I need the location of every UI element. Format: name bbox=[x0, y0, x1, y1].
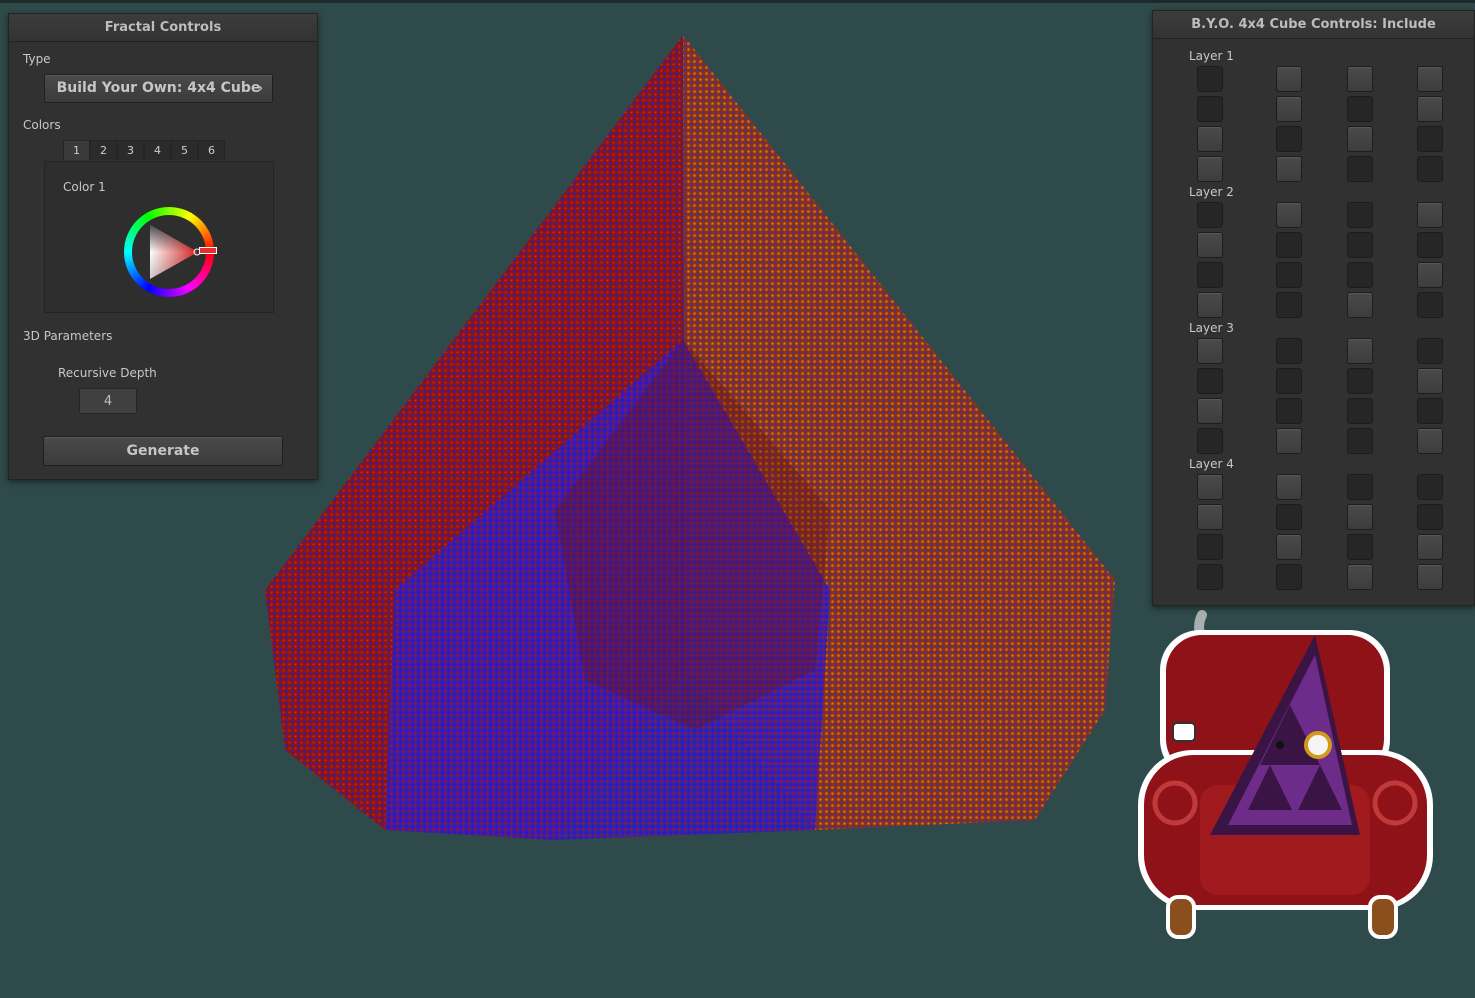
type-dropdown-value: Build Your Own: 4x4 Cube bbox=[56, 80, 261, 96]
layer-2-cell-4-3[interactable] bbox=[1347, 292, 1373, 318]
color-1-label: Color 1 bbox=[63, 180, 106, 194]
layer-2-cell-3-1[interactable] bbox=[1197, 262, 1223, 288]
layer-4-cell-1-3[interactable] bbox=[1347, 474, 1373, 500]
layer-2-cell-1-3[interactable] bbox=[1347, 202, 1373, 228]
layer-1-cell-4-3[interactable] bbox=[1347, 156, 1373, 182]
layer-1-cell-1-1[interactable] bbox=[1197, 66, 1223, 92]
color-tabs: 1 2 3 4 5 6 bbox=[63, 140, 225, 160]
layer-4-label: Layer 4 bbox=[1189, 457, 1234, 471]
layer-3-cell-3-2[interactable] bbox=[1276, 398, 1302, 424]
layer-1-cell-4-4[interactable] bbox=[1417, 156, 1443, 182]
layer-4-cell-1-4[interactable] bbox=[1417, 474, 1443, 500]
layer-1-cell-1-2[interactable] bbox=[1276, 66, 1302, 92]
layer-3-cell-1-2[interactable] bbox=[1276, 338, 1302, 364]
color-tab-1[interactable]: 1 bbox=[63, 140, 90, 160]
layer-2-cell-3-4[interactable] bbox=[1417, 262, 1443, 288]
layer-2-cell-1-4[interactable] bbox=[1417, 202, 1443, 228]
layer-2-cell-1-2[interactable] bbox=[1276, 202, 1302, 228]
layer-3-cell-2-1[interactable] bbox=[1197, 368, 1223, 394]
layer-1-cell-4-1[interactable] bbox=[1197, 156, 1223, 182]
color-wheel-handle[interactable] bbox=[199, 247, 217, 254]
recursive-depth-field[interactable]: 4 bbox=[79, 388, 137, 414]
layer-2-cell-1-1[interactable] bbox=[1197, 202, 1223, 228]
layer-3-cell-4-3[interactable] bbox=[1347, 428, 1373, 454]
layer-1-cell-4-2[interactable] bbox=[1276, 156, 1302, 182]
layer-1-cell-2-1[interactable] bbox=[1197, 96, 1223, 122]
color-wheel-center bbox=[132, 215, 206, 289]
layer-2-cell-3-2[interactable] bbox=[1276, 262, 1302, 288]
layer-3-cell-2-2[interactable] bbox=[1276, 368, 1302, 394]
window-top-border bbox=[0, 0, 1475, 3]
layer-2-cell-2-3[interactable] bbox=[1347, 232, 1373, 258]
3d-parameters-label: 3D Parameters bbox=[23, 329, 113, 343]
layer-1-cell-3-1[interactable] bbox=[1197, 126, 1223, 152]
generate-button[interactable]: Generate bbox=[43, 436, 283, 466]
layer-3-cell-3-1[interactable] bbox=[1197, 398, 1223, 424]
layer-1-cell-1-4[interactable] bbox=[1417, 66, 1443, 92]
fractal-controls-panel: Fractal Controls Type Build Your Own: 4x… bbox=[8, 13, 318, 480]
layer-3-cell-2-4[interactable] bbox=[1417, 368, 1443, 394]
layer-1-cell-2-3[interactable] bbox=[1347, 96, 1373, 122]
layer-3-cell-1-4[interactable] bbox=[1417, 338, 1443, 364]
layer-4-cell-3-3[interactable] bbox=[1347, 534, 1373, 560]
layer-4-cell-3-1[interactable] bbox=[1197, 534, 1223, 560]
layer-1-cell-3-2[interactable] bbox=[1276, 126, 1302, 152]
layer-4-cell-2-4[interactable] bbox=[1417, 504, 1443, 530]
mascot-image bbox=[1138, 610, 1433, 939]
chevron-right-icon: › bbox=[258, 81, 263, 95]
color-tab-2[interactable]: 2 bbox=[90, 140, 117, 160]
color-tab-6[interactable]: 6 bbox=[198, 140, 225, 160]
layer-1-cell-2-2[interactable] bbox=[1276, 96, 1302, 122]
layer-3-cell-1-1[interactable] bbox=[1197, 338, 1223, 364]
layer-3-cell-4-2[interactable] bbox=[1276, 428, 1302, 454]
cube-controls-panel: B.Y.O. 4x4 Cube Controls: Include Layer … bbox=[1152, 10, 1475, 606]
color-tab-4[interactable]: 4 bbox=[144, 140, 171, 160]
colors-label: Colors bbox=[23, 118, 61, 132]
layer-1-label: Layer 1 bbox=[1189, 49, 1234, 63]
layer-4-cell-2-3[interactable] bbox=[1347, 504, 1373, 530]
type-label: Type bbox=[23, 52, 51, 66]
layer-3-cell-1-3[interactable] bbox=[1347, 338, 1373, 364]
layer-2-cell-4-4[interactable] bbox=[1417, 292, 1443, 318]
layer-2-cell-4-1[interactable] bbox=[1197, 292, 1223, 318]
layer-1-cell-2-4[interactable] bbox=[1417, 96, 1443, 122]
layer-3-label: Layer 3 bbox=[1189, 321, 1234, 335]
color-tab-5[interactable]: 5 bbox=[171, 140, 198, 160]
layer-4-cell-3-4[interactable] bbox=[1417, 534, 1443, 560]
layer-2-cell-4-2[interactable] bbox=[1276, 292, 1302, 318]
layer-4-cell-1-2[interactable] bbox=[1276, 474, 1302, 500]
layer-2-cell-2-4[interactable] bbox=[1417, 232, 1443, 258]
layer-2-label: Layer 2 bbox=[1189, 185, 1234, 199]
layer-2-cell-3-3[interactable] bbox=[1347, 262, 1373, 288]
layer-3-cell-3-3[interactable] bbox=[1347, 398, 1373, 424]
layer-4-cell-1-1[interactable] bbox=[1197, 474, 1223, 500]
layer-3-cell-3-4[interactable] bbox=[1417, 398, 1443, 424]
layer-2-cell-2-2[interactable] bbox=[1276, 232, 1302, 258]
layer-2-cell-2-1[interactable] bbox=[1197, 232, 1223, 258]
layer-1-cell-1-3[interactable] bbox=[1347, 66, 1373, 92]
recursive-depth-label: Recursive Depth bbox=[58, 366, 157, 380]
color-tab-3[interactable]: 3 bbox=[117, 140, 144, 160]
layer-1-cell-3-3[interactable] bbox=[1347, 126, 1373, 152]
layer-3-cell-4-1[interactable] bbox=[1197, 428, 1223, 454]
color-picker-box: Color 1 bbox=[44, 161, 274, 313]
color-triangle-icon[interactable] bbox=[132, 215, 206, 289]
layer-3-cell-2-3[interactable] bbox=[1347, 368, 1373, 394]
cube-controls-title: B.Y.O. 4x4 Cube Controls: Include bbox=[1153, 11, 1474, 39]
fractal-controls-title: Fractal Controls bbox=[9, 14, 317, 42]
type-dropdown[interactable]: Build Your Own: 4x4 Cube › bbox=[44, 74, 273, 103]
layer-4-cell-3-2[interactable] bbox=[1276, 534, 1302, 560]
layer-1-cell-3-4[interactable] bbox=[1417, 126, 1443, 152]
layer-4-cell-2-1[interactable] bbox=[1197, 504, 1223, 530]
layer-4-cell-2-2[interactable] bbox=[1276, 504, 1302, 530]
fractal-render-view[interactable] bbox=[255, 30, 1125, 845]
layer-3-cell-4-4[interactable] bbox=[1417, 428, 1443, 454]
